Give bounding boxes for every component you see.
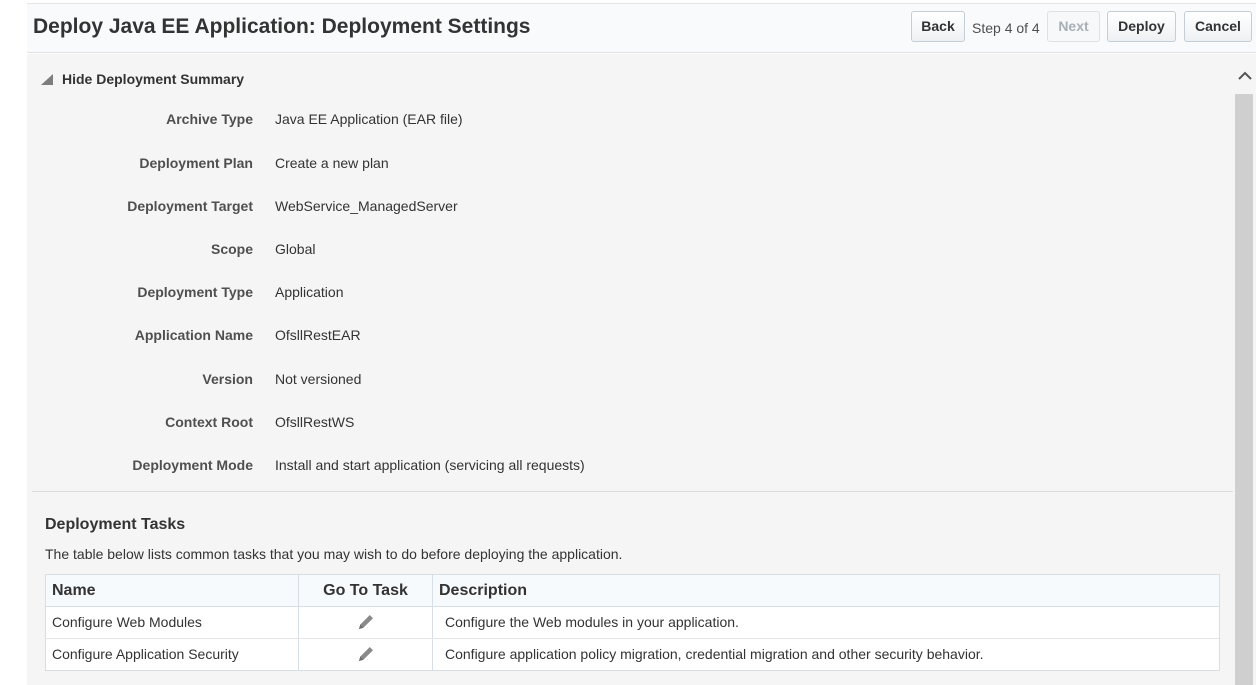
summary-toggle-label: Hide Deployment Summary	[62, 71, 245, 87]
summary-label: Deployment Target	[127, 198, 253, 214]
summary-label: Scope	[210, 241, 253, 257]
summary-value: WebService_ManagedServer	[275, 198, 458, 214]
vertical-scrollbar[interactable]	[1233, 54, 1256, 685]
summary-value: Create a new plan	[275, 155, 389, 171]
deploy-button[interactable]: Deploy	[1107, 11, 1176, 42]
summary-row-context-root: Context Root OfsllRestWS	[27, 414, 727, 434]
collapse-triangle-icon	[41, 74, 53, 85]
summary-row-application-name: Application Name OfsllRestEAR	[27, 327, 727, 347]
task-description: Configure application policy migration, …	[445, 646, 984, 662]
summary-value: Install and start application (servicing…	[275, 457, 585, 473]
summary-label: Application Name	[134, 327, 253, 343]
summary-label: Deployment Plan	[139, 155, 253, 171]
scrollbar-thumb[interactable]	[1235, 94, 1253, 685]
column-header-go-to-task[interactable]: Go To Task	[299, 575, 433, 606]
summary-value: Not versioned	[275, 371, 362, 387]
edit-pencil-icon[interactable]	[355, 643, 377, 665]
summary-label: Archive Type	[166, 111, 253, 127]
table-row: Configure Application Security Configure…	[46, 639, 1219, 670]
summary-label: Version	[202, 371, 253, 387]
task-description: Configure the Web modules in your applic…	[445, 614, 739, 630]
page-header: Deploy Java EE Application: Deployment S…	[27, 3, 1256, 53]
summary-value: OfsllRestWS	[275, 414, 355, 430]
step-indicator: Step 4 of 4	[972, 20, 1040, 36]
deployment-tasks-table: Name Go To Task Description Configure We…	[45, 574, 1220, 671]
summary-value: Application	[275, 284, 344, 300]
section-divider	[32, 491, 1233, 492]
page-title: Deploy Java EE Application: Deployment S…	[33, 15, 531, 38]
next-button[interactable]: Next	[1047, 11, 1100, 42]
deployment-tasks-description: The table below lists common tasks that …	[45, 546, 623, 562]
table-header-row: Name Go To Task Description	[46, 575, 1219, 607]
go-to-task-cell	[299, 607, 433, 638]
summary-label: Context Root	[165, 414, 253, 430]
back-button[interactable]: Back	[911, 11, 965, 42]
main-content: Hide Deployment Summary Archive Type Jav…	[27, 54, 1233, 685]
edit-pencil-icon[interactable]	[355, 611, 377, 633]
summary-row-deployment-type: Deployment Type Application	[27, 284, 727, 304]
summary-row-deployment-target: Deployment Target WebService_ManagedServ…	[27, 198, 727, 218]
go-to-task-cell	[299, 639, 433, 670]
summary-value: Java EE Application (EAR file)	[275, 111, 463, 127]
summary-label: Deployment Mode	[132, 457, 253, 473]
cancel-button[interactable]: Cancel	[1184, 11, 1252, 42]
summary-value: Global	[275, 241, 316, 257]
column-header-description[interactable]: Description	[433, 575, 1219, 606]
deployment-tasks-heading: Deployment Tasks	[45, 516, 186, 533]
summary-row-deployment-mode: Deployment Mode Install and start applic…	[27, 457, 727, 477]
summary-row-archive-type: Archive Type Java EE Application (EAR fi…	[27, 111, 727, 131]
summary-row-scope: Scope Global	[27, 241, 727, 261]
table-row: Configure Web Modules Configure the Web …	[46, 607, 1219, 639]
summary-label: Deployment Type	[137, 284, 253, 300]
scroll-up-chevron-icon[interactable]	[1237, 68, 1253, 84]
column-header-name[interactable]: Name	[46, 575, 299, 606]
summary-row-deployment-plan: Deployment Plan Create a new plan	[27, 155, 727, 175]
task-name: Configure Application Security	[46, 639, 299, 670]
summary-value: OfsllRestEAR	[275, 327, 361, 343]
summary-row-version: Version Not versioned	[27, 371, 727, 391]
task-name: Configure Web Modules	[46, 607, 299, 638]
